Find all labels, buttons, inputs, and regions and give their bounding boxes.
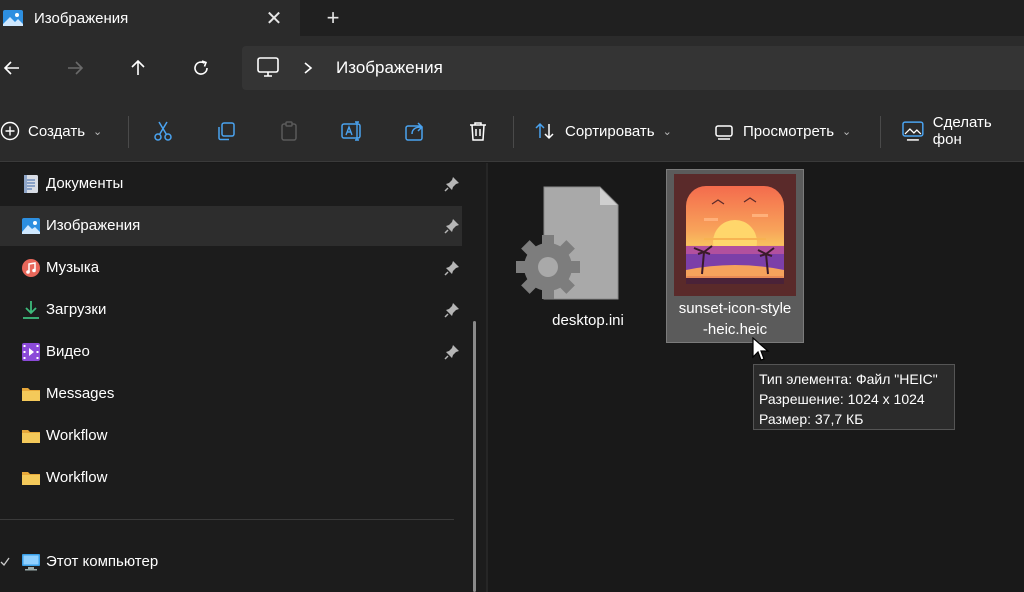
arrow-up-icon [131, 59, 145, 75]
folder-icon [21, 468, 41, 488]
downloads-icon [21, 300, 41, 320]
sidebar-item-label: Workflow [46, 427, 108, 444]
plus-circle-icon [0, 121, 20, 141]
divider [0, 519, 454, 520]
sidebar-item-label: Изображения [46, 217, 141, 234]
chevron-right-icon[interactable] [300, 58, 316, 82]
computer-icon [21, 552, 41, 572]
file-tooltip: Тип элемента: Файл "HEIC" Разрешение: 10… [753, 364, 955, 430]
sidebar-item-label: Messages [46, 385, 115, 402]
tooltip-type: Тип элемента: Файл "HEIC" [759, 371, 938, 387]
sidebar-item-messages[interactable]: Messages [0, 374, 462, 414]
paste-button[interactable] [278, 114, 300, 148]
folder-icon [21, 426, 41, 446]
file-name-line1: sunset-icon-style [678, 300, 792, 317]
tab-title: Изображения [34, 9, 129, 27]
pin-icon[interactable] [444, 260, 460, 276]
pin-icon[interactable] [444, 218, 460, 234]
create-label: Создать [28, 122, 86, 140]
chevron-down-icon: ⌄ [93, 125, 103, 138]
sort-icon [535, 122, 554, 140]
sort-label: Сортировать [565, 122, 655, 140]
file-item-selected[interactable]: sunset-icon-style -heic.heic [666, 169, 804, 343]
arrow-left-icon [3, 61, 19, 75]
scrollbar[interactable] [473, 321, 476, 592]
scissors-icon [154, 121, 172, 141]
sidebar-item-downloads[interactable]: Загрузки [0, 290, 462, 330]
back-button[interactable] [0, 50, 30, 86]
wallpaper-icon [902, 121, 924, 141]
close-tab-button[interactable]: ✕ [260, 4, 288, 32]
sidebar-item-label: Этот компьютер [46, 553, 159, 570]
sidebar-item-music[interactable]: Музыка [0, 248, 462, 288]
view-icon [715, 125, 733, 140]
copy-button[interactable] [215, 114, 237, 148]
sunset-image-thumbnail [674, 174, 796, 300]
navigation-bar: Изображения [0, 36, 1024, 100]
cut-button[interactable] [152, 114, 174, 148]
sidebar-item-label: Музыка [46, 259, 100, 276]
set-background-button[interactable]: Сделать фон [901, 114, 1024, 148]
chevron-down-icon: ⌄ [662, 125, 672, 138]
rename-button[interactable] [340, 114, 364, 148]
breadcrumb-pictures[interactable]: Изображения [336, 58, 443, 78]
music-icon [21, 258, 41, 278]
pin-icon[interactable] [444, 302, 460, 318]
sidebar-item-workflow[interactable]: Workflow [0, 458, 462, 498]
title-bar: Изображения ✕ + [0, 0, 1024, 36]
share-icon [405, 122, 424, 141]
sidebar-item-workflow[interactable]: Workflow [0, 416, 462, 456]
copy-icon [218, 122, 235, 141]
delete-button[interactable] [467, 114, 489, 148]
file-name: desktop.ini [552, 312, 624, 329]
chevron-down-icon: ⌄ [842, 125, 852, 138]
forward-button[interactable] [57, 50, 93, 86]
sidebar-item-documents[interactable]: Документы [0, 164, 462, 204]
file-name-line2: -heic.heic [702, 321, 768, 338]
pictures-icon [21, 216, 41, 236]
documents-icon [21, 174, 41, 194]
sort-button[interactable]: Сортировать ⌄ [533, 114, 672, 148]
sidebar-item-video[interactable]: Видео [0, 332, 462, 372]
navigation-pane: Документы Изображения Музыка Загрузки Ви… [0, 163, 486, 592]
pin-icon[interactable] [444, 344, 460, 360]
sidebar-item-label: Документы [46, 175, 124, 192]
set-background-label: Сделать фон [932, 114, 992, 148]
create-button[interactable]: Создать ⌄ [0, 114, 102, 148]
refresh-icon [194, 60, 208, 75]
command-bar: Создать ⌄ Сортировать ⌄ Просмотреть ⌄ Сд… [0, 100, 1024, 162]
video-icon [21, 342, 41, 362]
address-bar[interactable]: Изображения [242, 46, 1024, 90]
divider [513, 116, 514, 148]
sidebar-item-label: Загрузки [46, 301, 107, 318]
tooltip-resolution: Разрешение: 1024 x 1024 [759, 391, 925, 407]
sidebar-item-this-pc[interactable]: Этот компьютер [0, 542, 462, 582]
tab-pictures[interactable]: Изображения ✕ [0, 0, 300, 36]
refresh-button[interactable] [183, 50, 219, 86]
rename-icon [341, 121, 361, 141]
sidebar-item-pictures[interactable]: Изображения [0, 206, 462, 246]
up-button[interactable] [120, 50, 156, 86]
paste-icon [281, 121, 297, 141]
view-label: Просмотреть [743, 122, 835, 140]
pin-icon[interactable] [444, 176, 460, 192]
view-button[interactable]: Просмотреть ⌄ [713, 114, 851, 148]
trash-icon [470, 122, 486, 141]
share-button[interactable] [404, 114, 426, 148]
divider [128, 116, 129, 148]
file-item[interactable]: desktop.ini [508, 173, 668, 333]
mouse-cursor-icon [752, 336, 770, 367]
sidebar-item-label: Workflow [46, 469, 108, 486]
arrow-right-icon [68, 61, 84, 75]
pictures-icon [2, 7, 24, 29]
sidebar-item-label: Видео [46, 343, 90, 360]
divider [880, 116, 881, 148]
new-tab-button[interactable]: + [318, 4, 348, 32]
tooltip-size: Размер: 37,7 КБ [759, 411, 864, 427]
folder-icon [21, 384, 41, 404]
settings-file-icon [514, 179, 624, 313]
computer-icon [256, 56, 280, 82]
expand-chevron-icon[interactable] [0, 554, 10, 574]
